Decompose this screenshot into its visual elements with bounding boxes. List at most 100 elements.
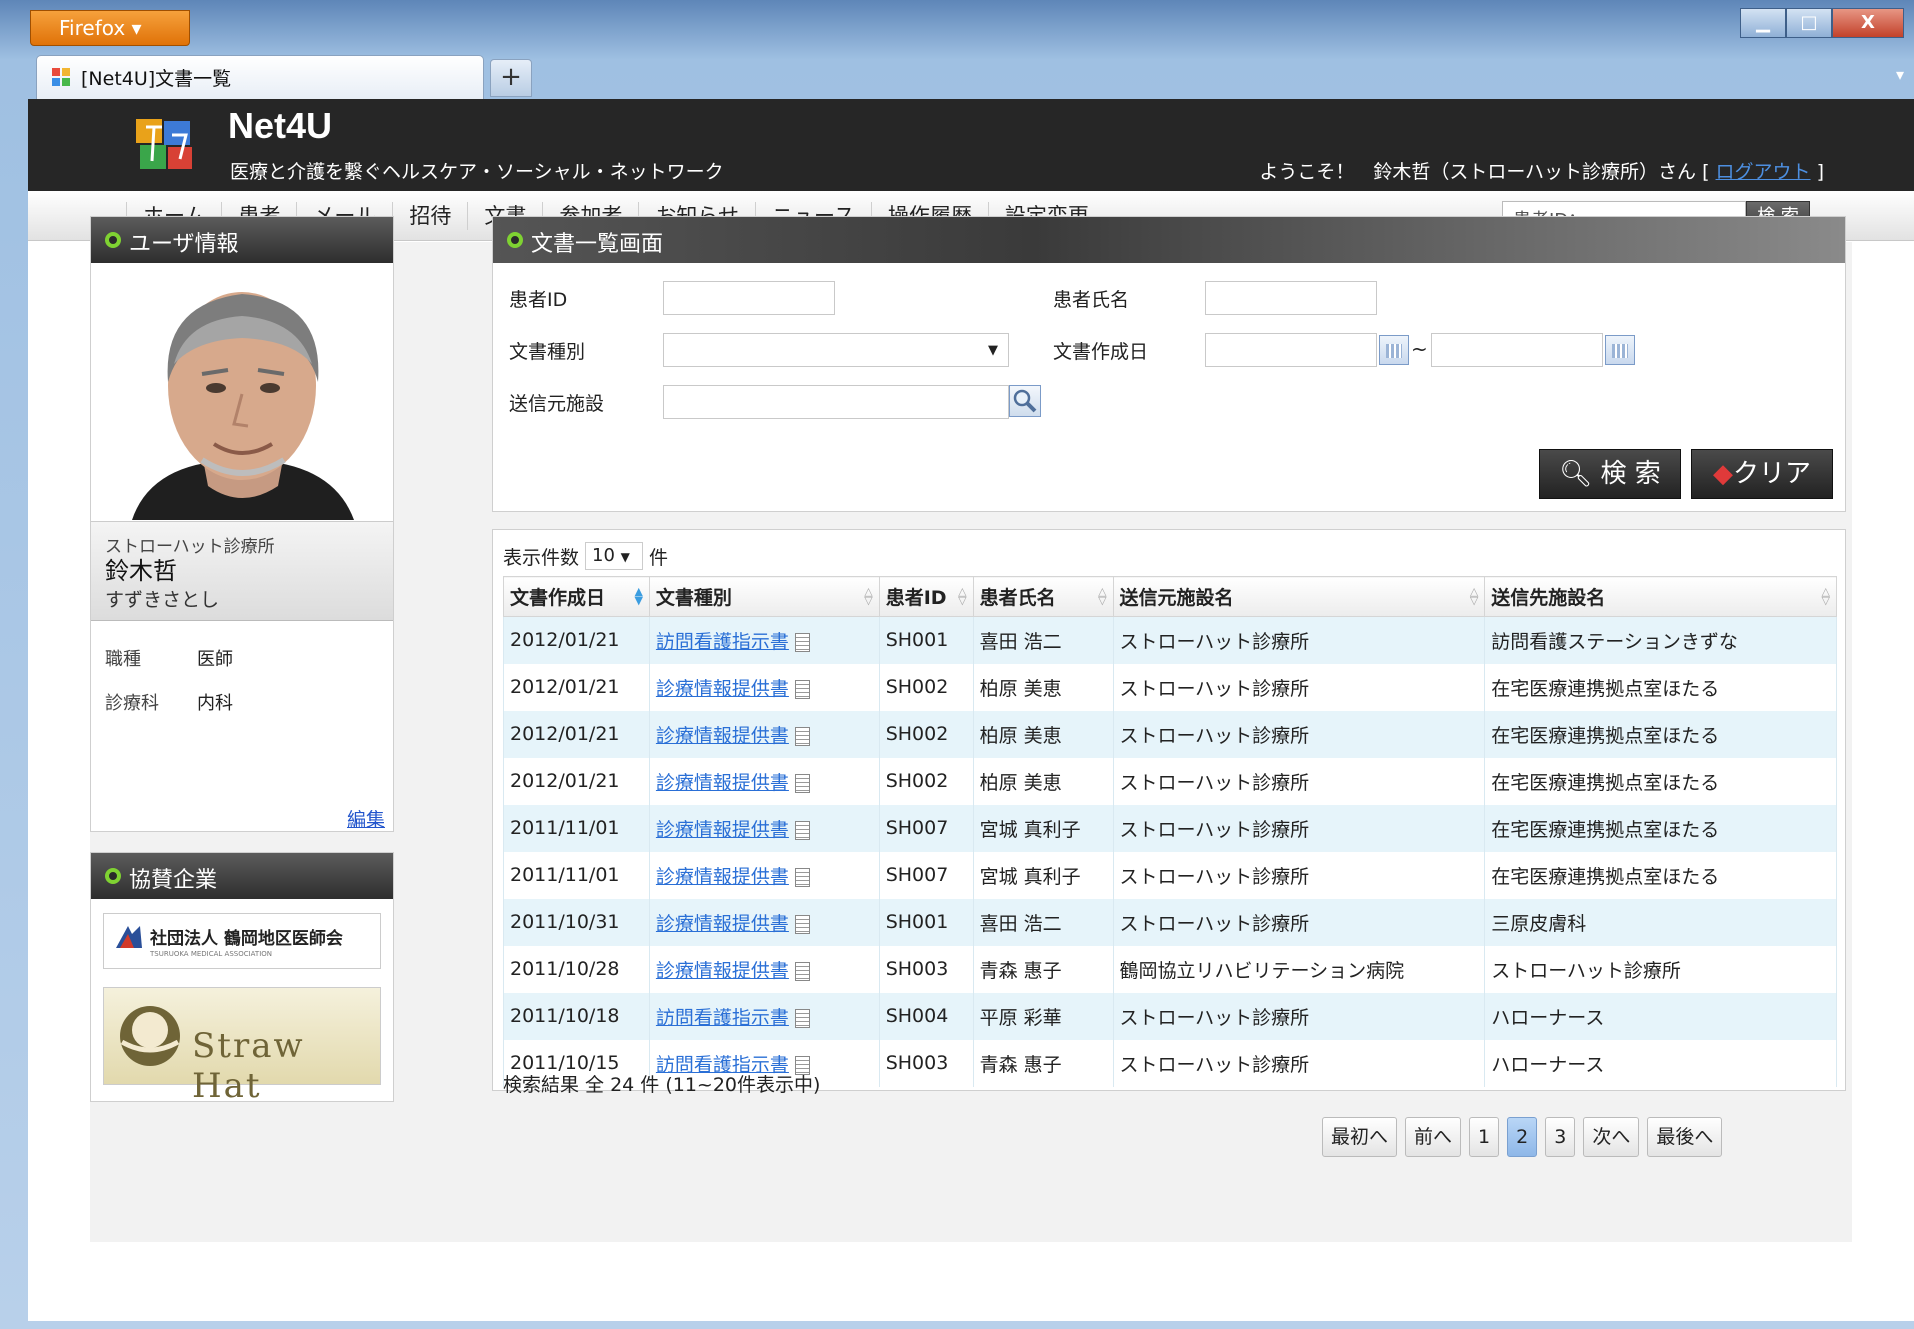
sponsor1-subtitle: TSURUOKA MEDICAL ASSOCIATION — [150, 950, 273, 958]
sort-icon[interactable]: △ ▽ — [1470, 586, 1478, 606]
sponsor-banner-straw-hat[interactable]: Straw Hat — [103, 987, 381, 1106]
cell-patient-name: 喜田 浩二 — [972, 898, 1114, 946]
table-row[interactable]: 2012/01/21 診療情報提供書 SH002 柏原 美恵 ストローハット診療所 在宅医… — [503, 710, 1837, 758]
cell-text: ストローハット診療所 — [1119, 1006, 1310, 1029]
tab-title: [Net4U]文書一覧 — [81, 68, 232, 90]
doc-type-link[interactable]: 診療情報提供書 — [656, 678, 789, 700]
column-header-doc-date[interactable]: 文書作成日 ▲ ▼ — [503, 576, 650, 617]
facility-lookup-button[interactable] — [1009, 385, 1041, 417]
cell-text: ストローハット診療所 — [1119, 677, 1310, 700]
document-icon[interactable] — [794, 773, 810, 793]
doc-type-select[interactable]: ▼ — [663, 333, 1009, 367]
cell-text: 柏原 美恵 — [979, 771, 1062, 794]
doc-type-link[interactable]: 訪問看護指示書 — [656, 1007, 789, 1029]
first-page-button[interactable]: 最初へ — [1322, 1117, 1398, 1157]
doc-type-link[interactable]: 診療情報提供書 — [656, 913, 789, 935]
close-button[interactable]: X — [1832, 8, 1904, 38]
page-3-button[interactable]: 3 — [1545, 1117, 1576, 1157]
document-icon[interactable] — [794, 726, 810, 746]
cell-text: SH002 — [885, 723, 949, 745]
next-page-button[interactable]: 次へ — [1583, 1117, 1640, 1157]
search-button[interactable]: 🔍︎ 検 索 — [1539, 449, 1681, 499]
document-icon[interactable] — [794, 632, 810, 652]
column-header-recipient-facility[interactable]: 送信先施設名 △ ▽ — [1484, 576, 1837, 617]
patient-name-input[interactable] — [1205, 281, 1377, 315]
table-row[interactable]: 2012/01/21 診療情報提供書 SH002 柏原 美恵 ストローハット診療所 在宅医… — [503, 757, 1837, 805]
sort-icon[interactable]: △ ▽ — [958, 586, 966, 606]
sort-icon[interactable]: △ ▽ — [1822, 586, 1830, 606]
document-icon[interactable] — [794, 914, 810, 934]
minimize-button[interactable]: ▁ — [1740, 8, 1786, 38]
patient-id-input[interactable] — [663, 281, 835, 315]
page-2-button[interactable]: 2 — [1507, 1117, 1538, 1157]
doc-type-link[interactable]: 診療情報提供書 — [656, 819, 789, 841]
last-page-button[interactable]: 最後へ — [1647, 1117, 1723, 1157]
browser-tab[interactable]: [Net4U]文書一覧 — [36, 55, 484, 99]
document-icon[interactable] — [794, 1008, 810, 1028]
user-attr-value: 内科 — [197, 693, 233, 714]
edit-profile-link[interactable]: 編集 — [347, 805, 385, 832]
table-row[interactable]: 2011/11/01 診療情報提供書 SH007 宮城 真利子 ストローハット診療所 在宅… — [503, 851, 1837, 899]
sort-icon[interactable]: △ ▽ — [864, 586, 872, 606]
doc-date-from-input[interactable] — [1205, 333, 1377, 367]
clear-button[interactable]: ◆クリア — [1691, 449, 1833, 499]
column-header-label: 文書種別 — [655, 587, 732, 609]
maximize-button[interactable]: □ — [1786, 8, 1832, 38]
document-icon[interactable] — [794, 961, 810, 981]
cell-text: 2011/11/01 — [510, 864, 620, 886]
cell-doc-date: 2012/01/21 — [503, 616, 650, 664]
doc-type-link[interactable]: 訪問看護指示書 — [656, 631, 789, 653]
sort-icon[interactable]: ▲ ▼ — [634, 586, 642, 606]
nav-item-invite[interactable]: 招待 — [392, 202, 467, 230]
table-row[interactable]: 2012/01/21 診療情報提供書 SH002 柏原 美恵 ストローハット診療所 在宅医… — [503, 663, 1837, 711]
document-search-panel: 文書一覧画面 患者ID 患者氏名 文書種別 ▼ 文書作成日 ~ 送信元施設 🔍︎… — [492, 216, 1846, 512]
column-header-patient-name[interactable]: 患者氏名 △ ▽ — [972, 576, 1114, 617]
table-row[interactable]: 2011/10/18 訪問看護指示書 SH004 平原 彩華 ストローハット診療所 ハロー… — [503, 992, 1837, 1040]
doc-date-label: 文書作成日 — [1053, 341, 1149, 363]
user-info-header: ユーザ情報 — [91, 217, 393, 263]
calendar-to-icon[interactable] — [1605, 335, 1635, 365]
logout-link[interactable]: ログアウト — [1716, 161, 1811, 183]
cell-patient-name: 柏原 美恵 — [972, 663, 1114, 711]
table-row[interactable]: 2012/01/21 訪問看護指示書 SH001 喜田 浩二 ストローハット診療所 訪問看… — [503, 616, 1837, 664]
table-row[interactable]: 2011/11/01 診療情報提供書 SH007 宮城 真利子 ストローハット診療所 在宅… — [503, 804, 1837, 852]
sort-icon[interactable]: △ ▽ — [1098, 586, 1106, 606]
site-logo-name[interactable]: Net4U — [228, 105, 332, 147]
medical-association-logo-icon — [116, 926, 142, 948]
cell-sender-facility: ストローハット診療所 — [1112, 710, 1486, 758]
new-tab-button[interactable]: + — [490, 59, 532, 97]
column-header-patient-id[interactable]: 患者ID △ ▽ — [878, 576, 974, 617]
cell-patient-id: SH007 — [878, 804, 974, 852]
cell-patient-id: SH002 — [878, 710, 974, 758]
document-icon[interactable] — [794, 820, 810, 840]
cell-text: SH007 — [885, 864, 949, 886]
prev-page-button[interactable]: 前へ — [1405, 1117, 1462, 1157]
cell-text: ストローハット診療所 — [1491, 959, 1681, 982]
results-panel: 表示件数 10 ▼ 件 文書作成日 ▲ ▼ 文書種別 △ ▽ 患者ID △ ▽ 患者氏名 △ ▽ 送信元… — [492, 529, 1846, 1096]
table-row[interactable]: 2011/10/31 診療情報提供書 SH001 喜田 浩二 ストローハット診療所 三原皮… — [503, 898, 1837, 946]
cell-doc-date: 2012/01/21 — [503, 663, 650, 711]
page-1-button[interactable]: 1 — [1469, 1117, 1500, 1157]
document-icon[interactable] — [794, 679, 810, 699]
doc-type-link[interactable]: 診療情報提供書 — [656, 960, 789, 982]
doc-type-link[interactable]: 診療情報提供書 — [656, 866, 789, 888]
column-header-sender-facility[interactable]: 送信元施設名 △ ▽ — [1112, 576, 1486, 617]
firefox-menu-button[interactable]: Firefox ▾ — [30, 10, 190, 46]
sponsor-banner-medical-association[interactable]: 社団法人 鶴岡地区医師会 TSURUOKA MEDICAL ASSOCIATIO… — [103, 913, 381, 969]
page-size-value: 10 — [592, 545, 615, 566]
document-icon[interactable] — [794, 867, 810, 887]
sender-facility-input[interactable] — [663, 385, 1009, 419]
cell-text: 柏原 美恵 — [979, 677, 1062, 700]
doc-date-to-input[interactable] — [1431, 333, 1603, 367]
column-header-doc-type[interactable]: 文書種別 △ ▽ — [648, 576, 880, 617]
tab-list-icon[interactable]: ▾ — [1896, 65, 1904, 84]
cell-doc-type: 診療情報提供書 — [648, 663, 880, 711]
cell-patient-id: SH002 — [878, 757, 974, 805]
calendar-from-icon[interactable] — [1379, 335, 1409, 365]
page-size-select[interactable]: 10 ▼ — [585, 542, 644, 570]
doc-type-link[interactable]: 診療情報提供書 — [656, 772, 789, 794]
cell-recipient-facility: ハローナース — [1484, 992, 1837, 1040]
doc-type-link[interactable]: 診療情報提供書 — [656, 725, 789, 747]
cell-text: 2012/01/21 — [510, 676, 620, 698]
table-row[interactable]: 2011/10/28 診療情報提供書 SH003 青森 惠子 鶴岡協立リハビリテーション… — [503, 945, 1837, 993]
